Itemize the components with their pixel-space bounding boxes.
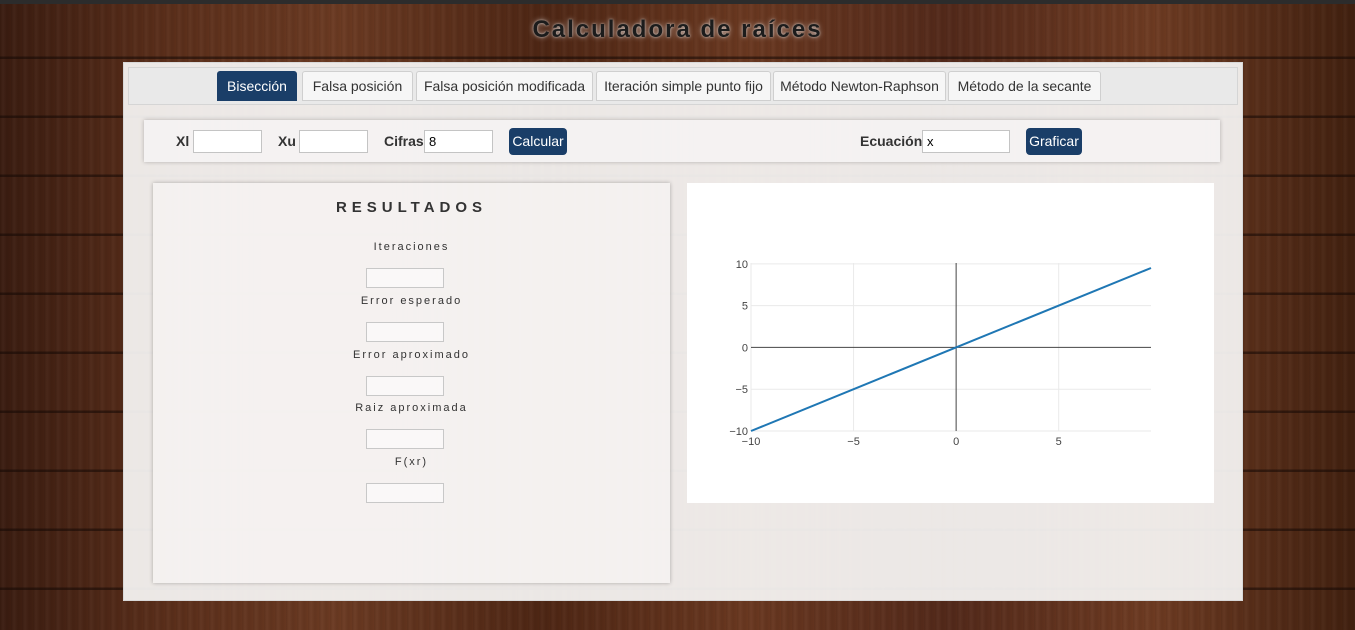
x-tick-label: 0 [953, 436, 959, 448]
ecuacion-label: Ecuación [860, 133, 923, 149]
y-tick-label: 10 [736, 259, 748, 271]
tab-falsa-posicion-modificada[interactable]: Falsa posición modificada [416, 71, 593, 101]
tab-biseccion[interactable]: Bisección [217, 71, 297, 101]
x-tick-label: −5 [847, 436, 860, 448]
cifras-input[interactable] [424, 130, 493, 153]
raiz-aproximada-output [366, 429, 444, 449]
tab-newton-raphson[interactable]: Método Newton-Raphson [773, 71, 946, 101]
calcular-button[interactable]: Calcular [509, 128, 567, 155]
xu-label: Xu [278, 133, 296, 149]
y-tick-label: −10 [729, 426, 748, 438]
xu-input[interactable] [299, 130, 368, 153]
method-tabs: Bisección Falsa posición Falsa posición … [128, 67, 1238, 105]
xl-label: Xl [176, 133, 190, 149]
input-bar: Xl Xu Cifras Calcular Ecuación Graficar [144, 120, 1220, 162]
y-tick-label: 5 [742, 301, 748, 313]
tab-secante[interactable]: Método de la secante [948, 71, 1101, 101]
ecuacion-input[interactable] [922, 130, 1010, 153]
raiz-aproximada-label: Raiz aproximada [355, 402, 468, 414]
error-esperado-output [366, 322, 444, 342]
top-border [0, 0, 1355, 4]
error-aproximado-label: Error aproximado [353, 349, 470, 361]
results-title: RESULTADOS [335, 199, 488, 216]
tab-falsa-posicion[interactable]: Falsa posición [302, 71, 413, 101]
xl-input[interactable] [193, 130, 262, 153]
error-aproximado-output [366, 376, 444, 396]
fxr-label: F(xr) [394, 456, 429, 468]
iteraciones-label: Iteraciones [373, 241, 450, 253]
y-tick-label: −5 [735, 384, 748, 396]
plot-svg: −10 −5 0 51050−5−10 [729, 259, 1152, 448]
function-plot[interactable]: −10 −5 0 5 10 5 0 −5 −10 [687, 183, 1214, 503]
results-panel: RESULTADOS Iteraciones Error esperado Er… [153, 183, 670, 583]
fxr-output [366, 483, 444, 503]
y-tick-label: 0 [742, 342, 748, 354]
page-title: Calculadora de raíces [532, 16, 823, 43]
x-tick-label: 5 [1056, 436, 1062, 448]
cifras-label: Cifras [384, 133, 424, 149]
error-esperado-label: Error esperado [360, 295, 463, 307]
series-line [750, 267, 1152, 432]
main-panel: Bisección Falsa posición Falsa posición … [123, 62, 1243, 601]
tab-iteracion-punto-fijo[interactable]: Iteración simple punto fijo [596, 71, 771, 101]
iteraciones-output [366, 268, 444, 288]
graficar-button[interactable]: Graficar [1026, 128, 1082, 155]
